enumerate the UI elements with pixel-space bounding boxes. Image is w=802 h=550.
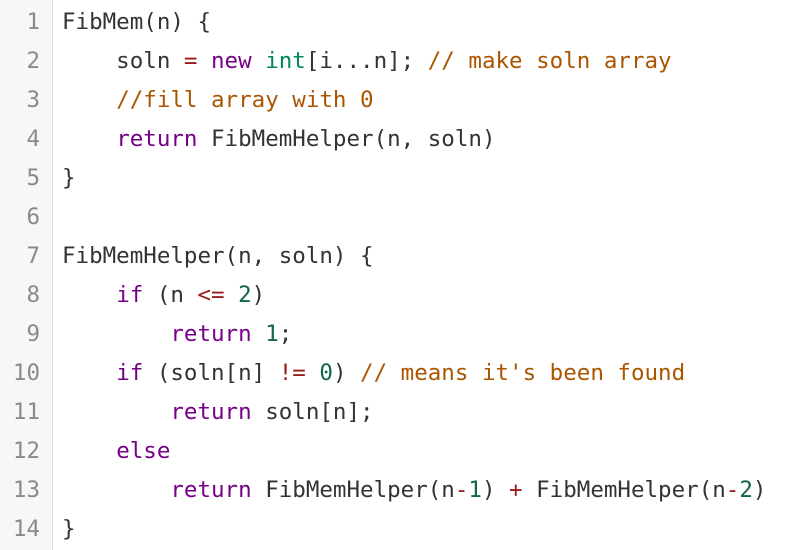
line-number: 1: [26, 9, 40, 35]
code-content: return FibMemHelper(n, soln): [62, 120, 495, 159]
code-editor[interactable]: 1 FibMem(n) { 2 soln = new int[i...n]; // …: [0, 0, 802, 550]
code-line[interactable]: 14}: [0, 510, 802, 549]
number-token: 0: [319, 360, 333, 386]
code-text: FibMemHelper(n: [251, 477, 455, 503]
code-text: ): [752, 477, 767, 503]
code-content: //fill array with 0: [62, 81, 374, 120]
line-number: 4: [26, 126, 40, 152]
code-text: }: [62, 516, 76, 542]
code-line[interactable]: 13 return FibMemHelper(n-1) + FibMemHelp…: [0, 471, 802, 510]
code-text: ): [481, 477, 510, 503]
code-text: FibMemHelper(n: [522, 477, 726, 503]
code-content: return FibMemHelper(n-1) + FibMemHelper(…: [62, 471, 766, 510]
line-number: 9: [26, 321, 40, 347]
code-content: if (soln[n] != 0) // means it's been fou…: [62, 354, 685, 393]
operator-token: -: [454, 477, 469, 503]
line-number: 3: [26, 87, 40, 113]
operator-token: =: [183, 48, 198, 74]
line-number: 7: [26, 243, 40, 269]
code-content: FibMem(n) {: [62, 3, 211, 42]
code-text: FibMem(n) {: [62, 9, 212, 35]
code-content: if (n <= 2): [62, 276, 265, 315]
keyword-token: else: [116, 438, 171, 464]
code-text: (n: [143, 282, 198, 308]
operator-token: +: [509, 477, 523, 503]
comment-token: // make soln array: [427, 48, 672, 74]
code-content: else: [62, 432, 170, 471]
operator-token: <=: [197, 282, 225, 308]
code-text: [i...n];: [305, 48, 428, 74]
code-line[interactable]: 2 soln = new int[i...n]; // make soln ar…: [0, 42, 802, 81]
code-area[interactable]: 1 FibMem(n) { 2 soln = new int[i...n]; // …: [0, 3, 802, 549]
code-line[interactable]: 6: [0, 198, 802, 237]
number-token: 2: [238, 282, 252, 308]
code-line[interactable]: 1 FibMem(n) {: [0, 3, 802, 42]
code-text: soln: [62, 48, 184, 74]
code-content: soln = new int[i...n]; // make soln arra…: [62, 42, 672, 81]
operator-token: !=: [278, 360, 306, 386]
code-line[interactable]: 3 //fill array with 0: [0, 81, 802, 120]
code-line[interactable]: 10 if (soln[n] != 0) // means it's been …: [0, 354, 802, 393]
code-text: FibMemHelper(n, soln) {: [62, 243, 374, 269]
line-number: 12: [12, 438, 40, 464]
code-text: }: [62, 165, 76, 191]
line-number: 5: [26, 165, 40, 191]
code-text: (soln[n]: [143, 360, 279, 386]
keyword-token: return: [170, 321, 252, 347]
keyword-token: return: [116, 126, 198, 152]
line-number: 11: [12, 399, 40, 425]
line-number: 14: [12, 516, 40, 542]
code-content: }: [62, 510, 76, 549]
code-line[interactable]: 4 return FibMemHelper(n, soln): [0, 120, 802, 159]
code-line[interactable]: 11 return soln[n];: [0, 393, 802, 432]
code-line[interactable]: 8 if (n <= 2): [0, 276, 802, 315]
code-content: FibMemHelper(n, soln) {: [62, 237, 374, 276]
type-token: int: [265, 48, 306, 74]
code-content: }: [62, 159, 76, 198]
code-text: soln[n];: [251, 399, 374, 425]
code-content: return 1;: [62, 315, 292, 354]
line-number: 8: [26, 282, 40, 308]
keyword-token: if: [116, 360, 144, 386]
keyword-token: return: [170, 477, 252, 503]
code-line[interactable]: 9 return 1;: [0, 315, 802, 354]
code-line[interactable]: 12 else: [0, 432, 802, 471]
number-token: 1: [265, 321, 279, 347]
keyword-token: return: [170, 399, 252, 425]
code-line[interactable]: 5}: [0, 159, 802, 198]
number-token: 2: [739, 477, 753, 503]
number-token: 1: [468, 477, 482, 503]
code-line[interactable]: 7 FibMemHelper(n, soln) {: [0, 237, 802, 276]
code-text: ): [332, 360, 361, 386]
operator-token: -: [725, 477, 740, 503]
code-content: return soln[n];: [62, 393, 374, 432]
keyword-token: if: [116, 282, 144, 308]
code-text: FibMemHelper(n, soln): [197, 126, 496, 152]
keyword-token: new: [211, 48, 252, 74]
line-number: 10: [12, 360, 40, 386]
line-number: 13: [12, 477, 40, 503]
line-number: 2: [26, 48, 40, 74]
code-text: ): [251, 282, 266, 308]
comment-token: //fill array with 0: [116, 87, 374, 113]
line-number: 6: [26, 204, 40, 230]
comment-token: // means it's been found: [360, 360, 686, 386]
code-text: ;: [278, 321, 293, 347]
